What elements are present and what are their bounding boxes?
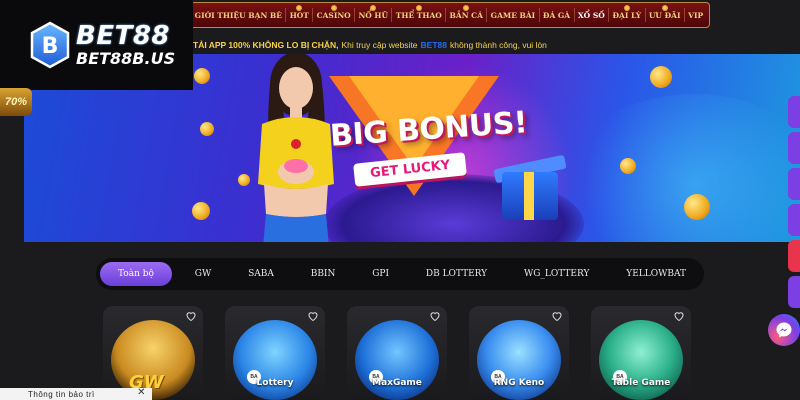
coin-icon: [620, 158, 636, 174]
game-card[interactable]: GW: [103, 306, 203, 400]
nav-item-hot[interactable]: HOT: [289, 4, 309, 20]
maintenance-info-bar[interactable]: Thông tin bảo trì ✕: [0, 387, 152, 400]
tab-yellowbat[interactable]: YELLOWBAT: [612, 262, 700, 286]
nav-coin-icon: [370, 4, 377, 11]
favorite-heart-icon[interactable]: [307, 310, 319, 322]
game-thumbnail: [355, 320, 439, 400]
nav-item-xo-so[interactable]: XỔ SỐ: [578, 11, 605, 20]
nav-item-vip[interactable]: VIP: [688, 11, 703, 20]
game-title: MaxGame: [372, 378, 422, 388]
logo-domain: BET88B.US: [76, 49, 176, 68]
provider-filter-tabs: Toàn bộ GW SABA BBIN GPI DB LOTTERY WG_L…: [96, 258, 704, 290]
favorite-heart-icon[interactable]: [673, 310, 685, 322]
nav-item-dai-ly[interactable]: ĐẠI LÝ: [612, 4, 642, 20]
tab-saba[interactable]: SABA: [234, 262, 288, 286]
nav-divider: [608, 8, 610, 22]
nav-coin-icon: [623, 4, 630, 11]
marquee-text-tail: không thành công, vui lòn: [450, 40, 547, 50]
marquee-headline: TẢI APP 100% KHÔNG LO BỊ CHẶN,: [193, 40, 339, 50]
announcement-marquee: TẢI APP 100% KHÔNG LO BỊ CHẶN, Khi truy …: [193, 36, 800, 54]
game-card[interactable]: BA Lottery: [225, 306, 325, 400]
coin-icon: [194, 68, 210, 84]
tab-wg-lottery[interactable]: WG_LOTTERY: [510, 262, 603, 286]
main-nav: GIỚI THIỆU BẠN BÈ HOT CASINO NỔ HŨ THỂ T…: [188, 2, 710, 28]
game-card[interactable]: BA RNG Keno: [469, 306, 569, 400]
nav-divider: [312, 8, 314, 22]
nav-coin-icon: [296, 4, 303, 11]
gift-box-icon: [502, 172, 558, 220]
nav-item-label: ƯU ĐÃI: [648, 10, 681, 20]
tab-bbin[interactable]: BBIN: [297, 262, 350, 286]
coin-icon: [192, 202, 210, 220]
tab-gw[interactable]: GW: [181, 262, 225, 286]
nav-item-label: HOT: [289, 10, 309, 20]
nav-item-ban-ca[interactable]: BẮN CÁ: [449, 4, 483, 20]
nav-item-da-ga[interactable]: ĐÁ GÀ: [543, 11, 570, 20]
nav-coin-icon: [330, 4, 337, 11]
game-thumbnail: [477, 320, 561, 400]
nav-item-uu-dai[interactable]: ƯU ĐÃI: [648, 4, 681, 20]
nav-divider: [538, 8, 540, 22]
nav-item-label: NỔ HŨ: [358, 10, 389, 20]
side-action-button[interactable]: [788, 276, 800, 308]
game-card[interactable]: BA MaxGame: [347, 306, 447, 400]
nav-item-label: THỂ THAO: [395, 10, 442, 20]
nav-divider: [354, 8, 356, 22]
nav-item-label: BẮN CÁ: [449, 10, 483, 20]
coin-icon: [684, 194, 710, 220]
nav-fish-icon: [463, 4, 470, 11]
marquee-brand: BET88: [420, 40, 448, 50]
nav-divider: [644, 8, 646, 22]
side-action-button[interactable]: [788, 240, 800, 272]
nav-divider: [391, 8, 393, 22]
side-action-button[interactable]: [788, 168, 800, 200]
svg-text:B: B: [42, 34, 59, 59]
favorite-heart-icon[interactable]: [551, 310, 563, 322]
maintenance-info-text: Thông tin bảo trì: [28, 389, 95, 399]
side-action-button[interactable]: [788, 132, 800, 164]
nav-divider: [683, 8, 685, 22]
nav-divider: [573, 8, 575, 22]
game-title: Lottery: [256, 378, 294, 388]
game-thumbnail: [599, 320, 683, 400]
messenger-icon: [776, 322, 792, 338]
coin-icon: [238, 174, 250, 186]
nav-item-label: CASINO: [316, 10, 351, 20]
game-thumbnail: [233, 320, 317, 400]
game-title: Table Game: [611, 378, 671, 388]
logo-wordmark: BET88: [76, 21, 170, 51]
tab-gpi[interactable]: GPI: [358, 262, 403, 286]
favorite-heart-icon[interactable]: [429, 310, 441, 322]
nav-item-gioi-thieu[interactable]: GIỚI THIỆU BẠN BÈ: [195, 11, 282, 20]
banner-glow: [564, 94, 800, 242]
side-action-button[interactable]: [788, 204, 800, 236]
nav-divider: [285, 8, 287, 22]
game-card[interactable]: BA Table Game: [591, 306, 691, 400]
nav-gift-icon: [661, 4, 668, 11]
nav-item-casino[interactable]: CASINO: [316, 4, 351, 20]
nav-ball-icon: [415, 4, 422, 11]
promo-side-badge-text: 70%: [4, 96, 28, 108]
nav-divider: [445, 8, 447, 22]
nav-item-the-thao[interactable]: THỂ THAO: [395, 4, 442, 20]
nav-item-no-hu[interactable]: NỔ HŨ: [358, 4, 389, 20]
marquee-text: Khi truy cập website: [341, 40, 418, 50]
game-title: RNG Keno: [493, 378, 545, 388]
tab-db-lottery[interactable]: DB LOTTERY: [412, 262, 501, 286]
nav-item-game-bai[interactable]: GAME BÀI: [491, 11, 536, 20]
nav-divider: [486, 8, 488, 22]
messenger-chat-button[interactable]: [768, 314, 800, 346]
promo-side-badge[interactable]: 70%: [0, 88, 32, 116]
game-grid: GW BA Lottery BA MaxGame BA RNG Keno BA …: [103, 306, 695, 400]
side-quick-actions: [788, 96, 800, 308]
coin-icon: [200, 122, 214, 136]
side-action-button[interactable]: [788, 96, 800, 128]
favorite-heart-icon[interactable]: [185, 310, 197, 322]
logo-shield-icon: B: [28, 21, 72, 69]
close-icon[interactable]: ✕: [137, 387, 146, 398]
coin-icon: [650, 66, 672, 88]
brand-logo[interactable]: B BET88 BET88B.US: [0, 0, 193, 90]
tab-all[interactable]: Toàn bộ: [100, 262, 172, 286]
nav-item-label: ĐẠI LÝ: [612, 10, 642, 20]
